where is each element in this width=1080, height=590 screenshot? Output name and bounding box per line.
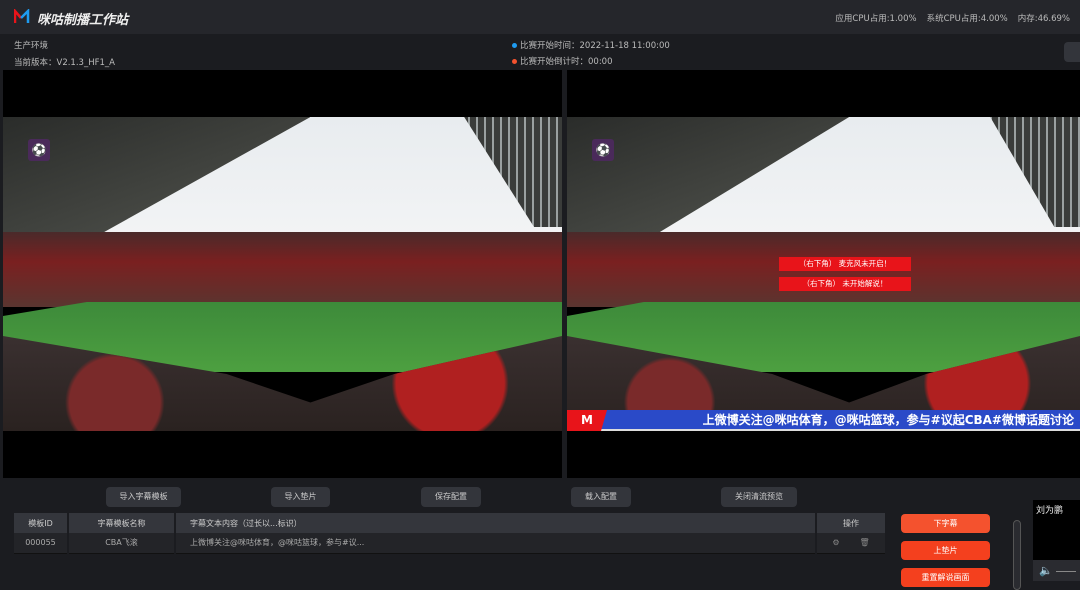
start-time-text: 比赛开始时间：2022-11-18 11:00:00 (520, 41, 670, 51)
match-countdown: 比赛开始倒计时：00:00 (512, 55, 613, 67)
video-frame: ⚽ (3, 117, 562, 431)
red-dot-icon (512, 59, 517, 64)
cell-name: CBA飞滚 (68, 533, 176, 554)
ticker-text: 上微博关注@咪咕体育，@咪咕篮球，参与#议起CBA#微博话题讨论 (702, 413, 1074, 427)
system-cpu: 系统CPU占用:4.00% (926, 14, 1008, 24)
program-preview: ⚽ （右下角） 麦克风未开启！ （右下角） 未开始解说！ M 上微博关注@咪咕体育… (567, 70, 1080, 478)
migu-logo-icon (14, 9, 30, 23)
load-config-button[interactable]: 载入配置 (571, 487, 631, 507)
volume-control[interactable]: 🔈 (1033, 560, 1080, 581)
table-row[interactable]: 000055 CBA飞滚 上微博关注@咪咕体育，@咪咕篮球，参与#议... ⚙ 🗑 (14, 533, 887, 554)
channel-badge-icon: ⚽ (28, 139, 50, 161)
gear-icon[interactable]: ⚙ (832, 538, 839, 547)
system-stats: 应用CPU占用:1.00% 系统CPU占用:4.00% 内存:46.69% (835, 12, 1070, 24)
speaker-icon: 🔈 (1039, 564, 1053, 577)
app-title: 咪咕制播工作站 (37, 13, 129, 28)
import-template-button[interactable]: 导入字幕模板 (106, 487, 181, 507)
settings-button[interactable] (1064, 42, 1080, 62)
cell-actions: ⚙ 🗑 (816, 533, 887, 554)
import-pad-button[interactable]: 导入垫片 (271, 487, 330, 507)
video-frame: ⚽ （右下角） 麦克风未开启！ （右下角） 未开始解说！ M 上微博关注@咪咕体育… (567, 117, 1080, 431)
pad-up-button[interactable]: 上垫片 (901, 541, 990, 560)
col-text: 字幕文本内容（过长以...标识） (175, 513, 817, 533)
cell-text: 上微博关注@咪咕体育，@咪咕篮球，参与#议... (175, 533, 817, 554)
template-table: 模板ID 字幕模板名称 字幕文本内容（过长以...标识） 操作 000055 C… (14, 513, 887, 554)
col-name: 字幕模板名称 (68, 513, 176, 533)
app-cpu: 应用CPU占用:1.00% (835, 14, 917, 24)
memory: 内存:46.69% (1017, 14, 1070, 24)
subtitle-down-button[interactable]: 下字幕 (901, 514, 990, 533)
header-bar: 咪咕制播工作站 应用CPU占用:1.00% 系统CPU占用:4.00% 内存:4… (0, 0, 1080, 34)
volume-slider[interactable] (1013, 520, 1021, 590)
source-preview: ⚽ (3, 70, 562, 478)
save-config-button[interactable]: 保存配置 (421, 487, 481, 507)
version-label: 当前版本：V2.1.3_HF1_A (14, 58, 115, 68)
col-id: 模板ID (14, 513, 69, 533)
migu-logo-icon: M (567, 410, 607, 431)
env-label: 生产环境 (14, 41, 49, 51)
blue-dot-icon (512, 43, 517, 48)
mic-warning: （右下角） 麦克风未开启！ (779, 257, 911, 271)
countdown-text: 比赛开始倒计时：00:00 (520, 57, 613, 67)
channel-badge-icon: ⚽ (592, 139, 614, 161)
cell-id: 000055 (14, 533, 69, 554)
reset-commentary-button[interactable]: 重置解说画面 (901, 568, 990, 587)
commentator-name: 刘为鹏 (1036, 506, 1064, 516)
subtitle-ticker: M 上微博关注@咪咕体育，@咪咕篮球，参与#议起CBA#微博话题讨论 (567, 410, 1080, 431)
close-preview-button[interactable]: 关闭清流预览 (721, 487, 797, 507)
col-actions: 操作 (816, 513, 887, 533)
commentator-panel: 刘为鹏 (1033, 500, 1080, 560)
trash-icon[interactable]: 🗑 (860, 538, 870, 547)
volume-track[interactable] (1055, 570, 1076, 572)
commentary-warning: （右下角） 未开始解说！ (779, 277, 911, 291)
match-start-time: 比赛开始时间：2022-11-18 11:00:00 (512, 39, 670, 51)
